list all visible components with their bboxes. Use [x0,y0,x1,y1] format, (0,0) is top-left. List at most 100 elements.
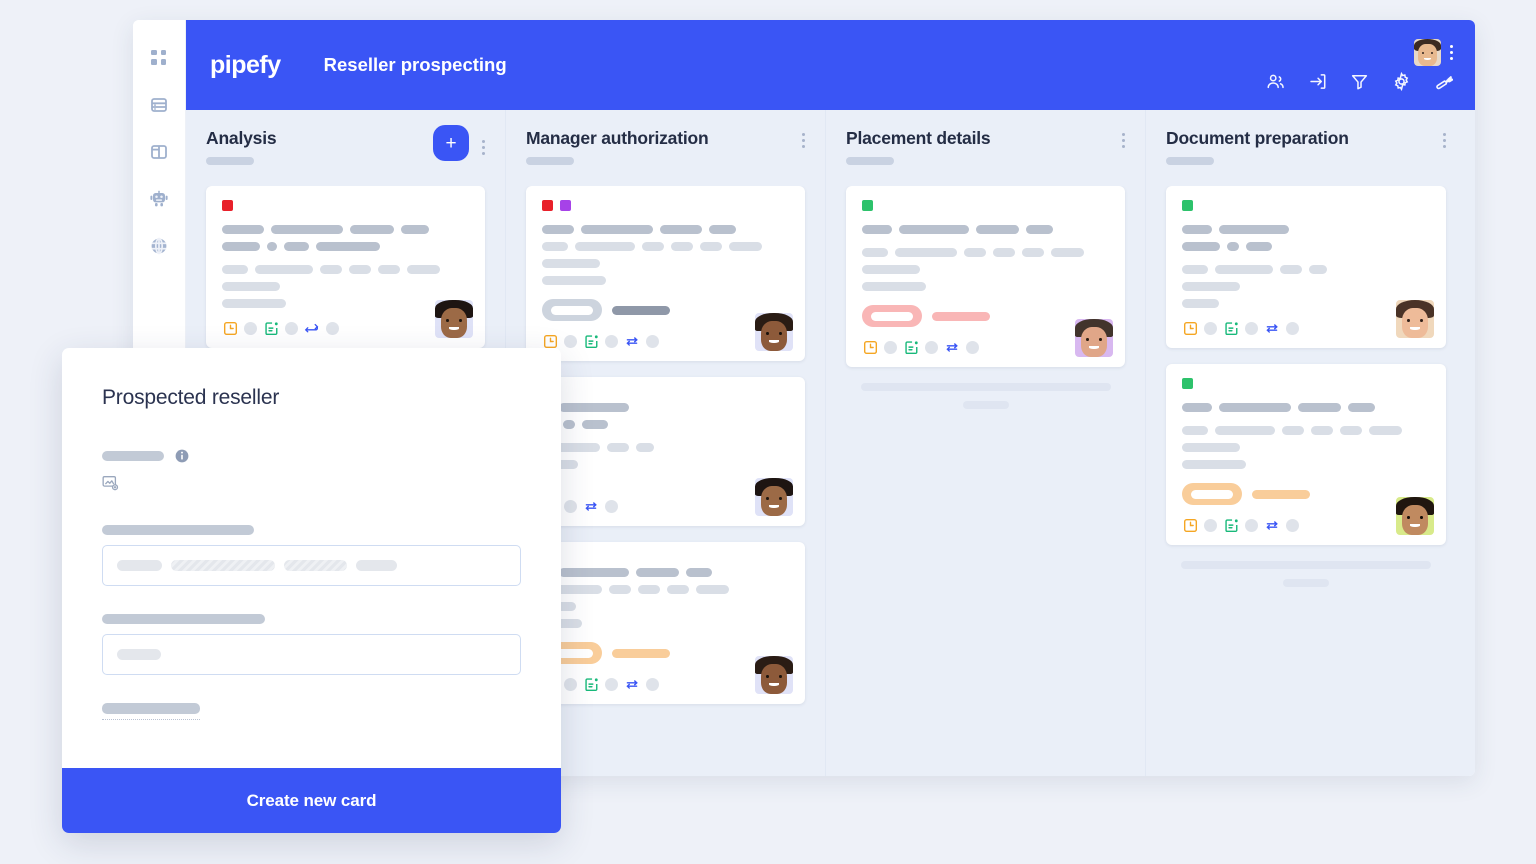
field-label-skeleton [102,525,254,535]
card-tags [1182,200,1430,211]
top-bar-icons [1265,72,1453,92]
card-badge [542,299,789,321]
badge-bar [1252,489,1310,499]
clock-icon[interactable] [1182,320,1198,336]
dotted-label-field[interactable] [102,703,200,720]
sidebar-item-database[interactable] [147,93,171,117]
column-cards [826,186,1145,776]
sidebar-item-automations[interactable] [147,187,171,211]
text-input-empty[interactable] [102,634,521,675]
card-footer [862,319,1113,357]
card-avatar[interactable] [1075,319,1113,357]
sync-icon[interactable] [583,498,599,514]
calendar-task-icon[interactable] [1223,517,1239,533]
card-tags [542,200,789,211]
board-column-document-preparation: Document preparation [1146,110,1466,776]
sidebar-item-portals[interactable] [147,140,171,164]
tag-green [862,200,873,211]
calendar-task-icon[interactable] [583,676,599,692]
create-new-card-button[interactable]: Create new card [62,768,561,833]
counter-pill [1286,518,1299,532]
card-footer [542,478,793,516]
info-icon[interactable] [175,449,189,463]
column-kebab-menu[interactable] [481,139,485,155]
calendar-task-icon[interactable] [263,320,279,336]
clock-icon[interactable] [542,333,558,349]
top-bar: pipefy Reseller prospecting [186,20,1475,110]
card[interactable] [526,377,805,526]
wrench-icon[interactable] [1433,72,1453,92]
calendar-task-icon[interactable] [1223,320,1239,336]
top-bar-user-row [1414,38,1453,66]
card[interactable] [526,542,805,704]
gear-icon[interactable] [1391,72,1411,92]
card-tags [1182,378,1430,389]
card[interactable] [1166,364,1446,545]
connection-icon[interactable] [304,320,320,336]
sidebar-item-public[interactable] [147,234,171,258]
card-avatar[interactable] [1396,497,1434,535]
card-avatar[interactable] [755,313,793,351]
add-card-button[interactable]: + [433,125,469,161]
tag-green [1182,378,1193,389]
column-title: Placement details [846,128,991,148]
card[interactable] [1166,186,1446,348]
sidebar-item-dashboard[interactable] [147,46,171,70]
counter-pill [244,321,257,335]
board-title: Reseller prospecting [323,54,507,75]
counter-pill [966,340,979,354]
top-bar-right [1265,20,1453,110]
card-avatar[interactable] [755,656,793,694]
text-input-filled[interactable] [102,545,521,586]
tag-purple [560,200,571,211]
clock-icon[interactable] [1182,517,1198,533]
ghost-bar-secondary [1283,579,1329,587]
calendar-task-icon[interactable] [583,333,599,349]
card-tags [862,200,1109,211]
badge-pill [542,299,602,321]
import-icon[interactable] [1307,72,1327,92]
sync-icon[interactable] [624,676,640,692]
sync-icon[interactable] [944,339,960,355]
column-kebab-menu[interactable] [1121,133,1125,148]
card-footer [542,313,793,351]
column-kebab-menu[interactable] [1442,133,1446,148]
counter-pill [605,334,618,348]
members-icon[interactable] [1265,72,1285,92]
column-subtitle-skeleton [1166,157,1214,165]
card[interactable] [206,186,485,348]
clock-icon[interactable] [862,339,878,355]
card-avatar[interactable] [1396,300,1434,338]
card[interactable] [846,186,1125,367]
card[interactable] [526,186,805,361]
avatar-face [1414,38,1441,66]
card-badge [1182,483,1430,505]
column-subtitle-skeleton [206,157,254,165]
layout-panel-icon [151,145,167,159]
modal-readonly-field[interactable] [102,475,521,491]
column-title: Manager authorization [526,128,709,148]
column-cards [1146,186,1466,776]
avatar[interactable] [1414,38,1441,66]
header-kebab-menu[interactable] [1449,44,1453,60]
column-header: Manager authorization [506,110,825,186]
card-avatar[interactable] [435,300,473,338]
card-avatar[interactable] [755,478,793,516]
card-footer [542,656,793,694]
globe-icon [151,237,167,255]
sync-icon[interactable] [1264,517,1280,533]
counter-pill [646,334,659,348]
sync-icon[interactable] [624,333,640,349]
counter-pill [326,321,339,335]
counter-pill [1204,518,1217,532]
sync-icon[interactable] [1264,320,1280,336]
modal-field-label-row [102,449,521,463]
column-kebab-menu[interactable] [801,133,805,148]
pipefy-logo[interactable]: pipefy [210,52,281,78]
tag-red [222,200,233,211]
calendar-task-icon[interactable] [903,339,919,355]
clock-icon[interactable] [222,320,238,336]
card-footer [1182,300,1434,338]
filter-icon[interactable] [1349,72,1369,92]
modal-title: Prospected reseller [102,386,280,409]
